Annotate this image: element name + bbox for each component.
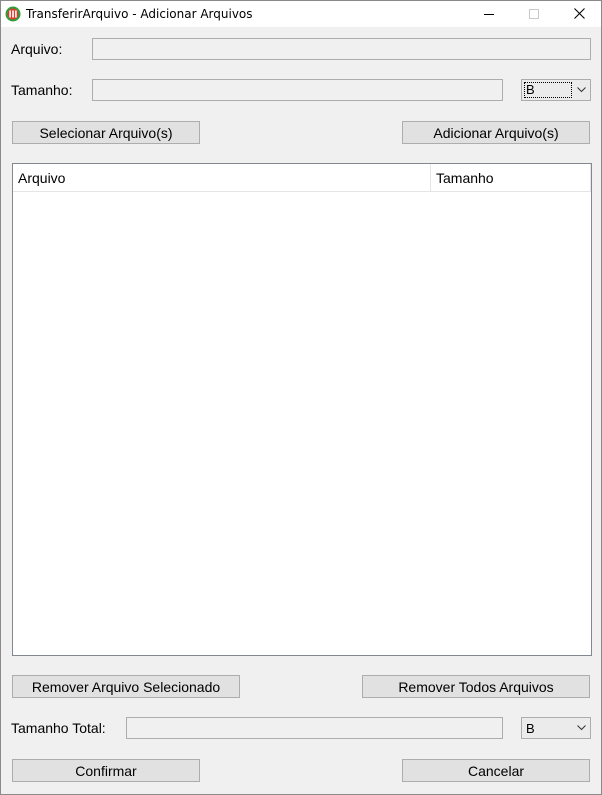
arquivo-field[interactable] [92, 38, 591, 60]
tamanho-field[interactable] [92, 79, 503, 101]
tamanho-label: Tamanho: [11, 82, 73, 98]
remove-selected-button[interactable]: Remover Arquivo Selecionado [12, 675, 240, 698]
minimize-icon [484, 6, 494, 22]
close-icon [573, 6, 585, 22]
add-files-button[interactable]: Adicionar Arquivo(s) [402, 121, 590, 144]
chevron-down-icon [572, 718, 590, 738]
window-title: TransferirArquivo - Adicionar Arquivos [26, 7, 253, 21]
maximize-button[interactable] [511, 1, 557, 27]
maximize-icon [529, 6, 539, 22]
column-header-arquivo[interactable]: Arquivo [13, 164, 431, 192]
total-unit-value: B [526, 720, 535, 736]
confirm-button[interactable]: Confirmar [12, 759, 200, 782]
total-size-label: Tamanho Total: [11, 720, 106, 736]
remove-all-button[interactable]: Remover Todos Arquivos [362, 675, 590, 698]
column-header-tamanho[interactable]: Tamanho [431, 164, 591, 192]
tamanho-unit-value: B [524, 82, 572, 98]
total-unit-select[interactable]: B [521, 717, 591, 739]
chevron-down-icon [572, 80, 590, 100]
cancel-button[interactable]: Cancelar [402, 759, 590, 782]
select-files-button[interactable]: Selecionar Arquivo(s) [12, 121, 200, 144]
close-button[interactable] [556, 1, 602, 27]
add-files-window: TransferirArquivo - Adicionar Arquivos A… [0, 0, 602, 795]
file-list[interactable]: Arquivo Tamanho [12, 163, 592, 656]
tamanho-unit-select[interactable]: B [521, 79, 591, 101]
file-list-header: Arquivo Tamanho [13, 164, 591, 192]
title-bar[interactable]: TransferirArquivo - Adicionar Arquivos [1, 1, 601, 27]
minimize-button[interactable] [466, 1, 512, 27]
arquivo-label: Arquivo: [11, 41, 63, 57]
app-icon [5, 6, 21, 22]
total-size-field [126, 717, 503, 739]
